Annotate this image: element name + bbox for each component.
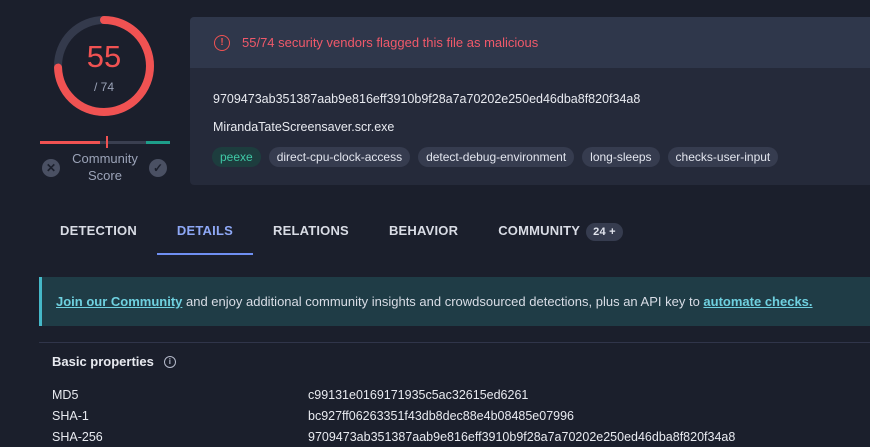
banner-text: and enjoy additional community insights …: [182, 294, 704, 309]
prop-value-sha1[interactable]: bc927ff06263351f43db8dec88e4b08485e07996: [308, 409, 574, 423]
tag-direct-cpu-clock-access[interactable]: direct-cpu-clock-access: [268, 147, 411, 167]
report-tabs: DETECTION DETAILS RELATIONS BEHAVIOR COM…: [40, 212, 643, 255]
tab-relations[interactable]: RELATIONS: [253, 212, 369, 254]
vendor-total: / 74: [93, 80, 114, 94]
community-score-bar: [40, 136, 170, 148]
prop-value-md5[interactable]: c99131e0169171935c5ac32615ed6261: [308, 388, 528, 402]
tab-details[interactable]: DETAILS: [156, 212, 254, 255]
malicious-alert: ! 55/74 security vendors flagged this fi…: [190, 17, 870, 68]
tag-long-sleeps[interactable]: long-sleeps: [582, 147, 660, 167]
prop-key-md5: MD5: [52, 388, 79, 402]
detection-score-gauge: 55 / 74: [52, 14, 156, 118]
prop-key-sha256: SHA-256: [52, 430, 103, 444]
join-community-link[interactable]: Join our Community: [56, 294, 182, 309]
divider: [39, 342, 870, 343]
vote-malicious-icon[interactable]: ✕: [42, 159, 60, 177]
community-banner: Join our Community and enjoy additional …: [39, 277, 870, 326]
detection-count: 55: [86, 39, 122, 74]
tab-detection[interactable]: DETECTION: [40, 212, 157, 254]
community-score-label: Community Score: [72, 151, 138, 183]
tab-behavior[interactable]: BEHAVIOR: [369, 212, 478, 254]
tag-detect-debug-environment[interactable]: detect-debug-environment: [418, 147, 575, 167]
file-summary-card: ! 55/74 security vendors flagged this fi…: [190, 17, 870, 185]
alert-text: 55/74 security vendors flagged this file…: [242, 35, 539, 50]
prop-value-sha256[interactable]: 9709473ab351387aab9e816eff3910b9f28a7a70…: [308, 430, 735, 444]
info-icon[interactable]: i: [163, 355, 176, 368]
automate-checks-link[interactable]: automate checks.: [703, 294, 812, 309]
basic-properties-heading: Basic properties i: [52, 354, 176, 369]
tab-community-label: COMMUNITY: [498, 223, 581, 238]
community-count-badge: 24 +: [586, 223, 623, 241]
file-hash[interactable]: 9709473ab351387aab9e816eff3910b9f28a7a70…: [213, 92, 640, 106]
file-tags: peexe direct-cpu-clock-access detect-deb…: [212, 147, 779, 167]
vote-harmless-icon[interactable]: ✓: [149, 159, 167, 177]
tag-peexe[interactable]: peexe: [212, 147, 261, 167]
prop-key-sha1: SHA-1: [52, 409, 89, 423]
basic-properties-title: Basic properties: [52, 354, 154, 369]
tag-checks-user-input[interactable]: checks-user-input: [667, 147, 779, 167]
alert-icon: !: [214, 34, 230, 51]
tab-community[interactable]: COMMUNITY 24 +: [478, 212, 642, 254]
file-name: MirandaTateScreensaver.scr.exe: [213, 120, 395, 134]
